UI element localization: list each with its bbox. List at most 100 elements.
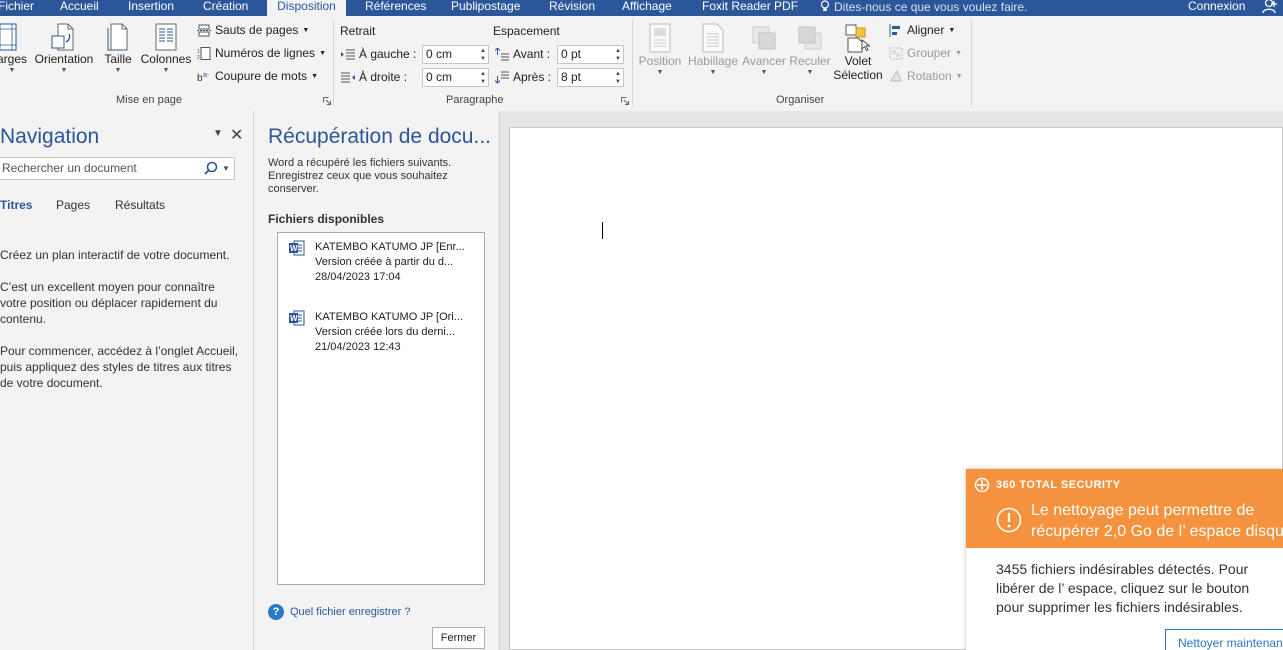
sauts-label: Sauts de pages [215,23,299,37]
reculer-button[interactable]: Reculer ▼ [787,22,833,76]
tab-references[interactable]: Références [365,0,426,16]
spacing-after-label: Après : [495,70,551,84]
file-name: KATEMBO KATUMO JP [Enr... [315,241,465,253]
grouper-button[interactable]: Grouper ▼ [889,46,962,60]
file-description: Version créée lors du derni... [315,326,456,338]
tab-creation[interactable]: Création [203,0,248,16]
recovered-file-item[interactable]: W KATEMBO KATUMO JP [Enr... Version créé… [278,236,484,298]
navigation-help-text: Créez un plan interactif de votre docume… [0,248,230,262]
group-label-paragraphe: Paragraphe [446,94,504,106]
recovered-files-list: W KATEMBO KATUMO JP [Enr... Version créé… [277,232,485,585]
chevron-down-icon: ▼ [656,69,664,76]
tab-publipostage[interactable]: Publipostage [451,0,520,16]
pane-options-chevron-icon[interactable]: ▼ [213,128,223,139]
aligner-button[interactable]: Aligner ▼ [889,23,955,37]
spacing-before-field[interactable]: 0 pt ▲ ▼ [557,45,624,64]
avancer-button[interactable]: Avancer ▼ [741,22,787,76]
clean-now-button[interactable]: Nettoyer maintenant [1165,629,1283,650]
headline-line-1: Le nettoyage peut permettre de [1031,502,1255,519]
tab-affichage[interactable]: Affichage [622,0,672,16]
tab-fichier[interactable]: Fichier [0,0,34,16]
indent-left-field[interactable]: 0 cm ▲ ▼ [422,45,489,64]
spinner-arrows-icon[interactable]: ▲ ▼ [480,70,486,86]
tab-insertion[interactable]: Insertion [128,0,174,16]
available-files-heading: Fichiers disponibles [268,212,385,226]
droite-value: 0 cm [426,70,453,84]
warning-icon [996,507,1022,533]
send-backward-icon [798,26,822,50]
sauts-de-pages-button[interactable]: Sauts de pages ▼ [197,23,309,37]
navigation-help-text: C’est un excellent moyen pour connaître … [0,280,218,326]
dialog-launcher-icon[interactable] [323,97,331,105]
recovered-file-item[interactable]: W KATEMBO KATUMO JP [Ori... Version créé… [278,306,484,368]
dialog-launcher-icon[interactable] [621,97,629,105]
espacement-heading: Espacement [493,24,560,38]
chevron-down-icon: ▼ [806,69,814,76]
chevron-down-icon: ▼ [60,67,68,74]
search-document-input[interactable]: Rechercher un document ▼ [0,157,235,180]
bring-forward-icon [752,26,776,50]
spacing-before-label: Avant : [495,47,550,61]
orientation-button[interactable]: Orientation ▼ [33,22,95,74]
ribbon-tab-bar: Fichier Accueil Insertion Création Dispo… [0,0,1283,16]
habillage-button[interactable]: Habillage ▼ [686,22,740,76]
chevron-down-icon: ▼ [709,69,717,76]
gauche-value: 0 cm [426,47,453,61]
360-logo-icon [974,477,990,493]
gauche-label: À gauche : [359,47,417,61]
file-date: 28/04/2023 17:04 [315,271,401,283]
numeros-de-lignes-button[interactable]: 12 Numéros de lignes ▼ [197,46,326,60]
tab-pages[interactable]: Pages [56,198,90,212]
tell-me-box[interactable]: Dites-nous ce que vous voulez faire. [820,0,1027,16]
chevron-down-icon: ▼ [114,67,122,74]
taille-button[interactable]: Taille ▼ [100,22,136,74]
columns-icon [155,23,177,51]
marges-label: arges [0,52,28,66]
volet-selection-button[interactable]: Volet Sélection [832,22,884,82]
colonnes-label: Colonnes [140,52,192,66]
align-icon [889,23,900,37]
fermer-button[interactable]: Fermer [432,627,485,649]
which-file-help-link[interactable]: ? Quel fichier enregistrer ? [268,604,410,620]
avancer-label: Avancer [742,54,786,68]
svg-text:W: W [290,244,298,253]
indent-left-label: À gauche : [341,47,416,61]
group-separator [971,20,972,106]
colonnes-button[interactable]: Colonnes ▼ [139,22,193,74]
close-icon[interactable]: ✕ [230,125,243,145]
spinner-arrows-icon[interactable]: ▲ ▼ [615,70,621,86]
recovery-description: Word a récupéré les fichiers suivants. E… [268,157,452,195]
chevron-down-icon[interactable]: ▼ [222,158,230,179]
avant-value: 0 pt [561,47,582,61]
share-person-icon[interactable] [1262,0,1278,14]
margins-icon [0,23,17,51]
chevron-down-icon: ▼ [8,67,16,74]
indent-right-icon [341,72,355,82]
position-button[interactable]: Position ▼ [637,22,683,76]
spinner-arrows-icon[interactable]: ▲ ▼ [480,47,486,63]
tab-titres[interactable]: Titres [0,198,32,212]
word-document-icon: W [289,240,305,256]
tab-revision[interactable]: Révision [549,0,595,16]
navigation-help-text: Pour commencer, accédez à l’onglet Accue… [0,344,239,390]
tab-accueil[interactable]: Accueil [60,0,99,16]
rotation-label: Rotation [907,69,952,83]
spinner-arrows-icon[interactable]: ▲ ▼ [615,47,621,63]
spacing-after-field[interactable]: 8 pt ▲ ▼ [557,68,624,87]
popup-header: 360 TOTAL SECURITY Le nettoyage peut per… [966,469,1283,548]
rotation-button[interactable]: Rotation ▼ [889,69,963,83]
tab-foxit-reader-pdf[interactable]: Foxit Reader PDF [702,0,798,16]
text-cursor [602,222,603,239]
indent-right-field[interactable]: 0 cm ▲ ▼ [422,68,489,87]
file-date: 21/04/2023 12:43 [315,341,401,353]
rotate-icon [890,69,902,81]
tab-resultats[interactable]: Résultats [115,198,165,212]
marges-button[interactable]: arges ▼ [0,22,30,74]
tab-disposition[interactable]: Disposition [267,0,346,16]
search-icon[interactable] [204,161,218,175]
group-label-mise-en-page: Mise en page [116,94,183,106]
chevron-down-icon: ▼ [162,67,170,74]
connexion-link[interactable]: Connexion [1188,0,1245,12]
coupure-de-mots-button[interactable]: b a- Coupure de mots ▼ [197,69,318,83]
droite-label: À droite : [359,70,408,84]
